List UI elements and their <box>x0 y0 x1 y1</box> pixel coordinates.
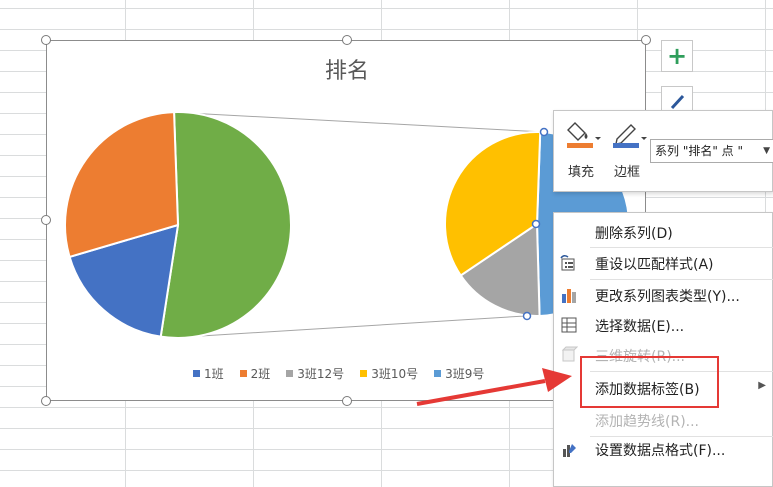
chart-type-icon <box>562 289 576 303</box>
format-icon <box>563 444 576 457</box>
main-pie-slice-1[interactable] <box>159 111 292 339</box>
selection-point-handle[interactable] <box>522 311 532 321</box>
chart-legend[interactable]: 1班 2班 3班12号 3班10号 3班9号 <box>193 365 484 382</box>
menu-item-select-data[interactable]: 选择数据(E)... <box>554 311 773 339</box>
legend-label: 2班 <box>250 367 271 381</box>
resize-handle-left[interactable] <box>41 215 51 225</box>
menu-item-label: 更改系列图表类型(Y)... <box>595 289 740 305</box>
resize-handle-bottom-left[interactable] <box>41 396 51 406</box>
resize-handle-top[interactable] <box>342 35 352 45</box>
menu-item-add-trendline: 添加趋势线(R)... <box>554 406 773 434</box>
reset-style-icon <box>560 254 575 271</box>
resize-handle-top-right[interactable] <box>641 35 651 45</box>
main-pie[interactable] <box>64 111 292 339</box>
rotate-3d-icon <box>561 346 578 362</box>
context-menu: 删除系列(D) 重设以匹配样式(A) 更改系列图表类型(Y)... 选择数据(E… <box>553 212 773 487</box>
menu-item-label: 选择数据(E)... <box>595 319 685 335</box>
legend-label: 3班12号 <box>297 367 345 381</box>
format-mini-toolbar: 填充 边框 系列 "排名" 点 " ▼ <box>553 110 773 192</box>
menu-item-label: 设置数据点格式(F)... <box>595 443 726 459</box>
legend-swatch <box>239 370 247 377</box>
menu-item-label: 删除系列(D) <box>595 226 673 242</box>
legend-item: 3班10号 <box>360 365 418 382</box>
resize-handle-bottom[interactable] <box>342 396 352 406</box>
legend-label: 1班 <box>204 367 224 381</box>
selection-point-handle[interactable] <box>531 219 541 229</box>
submenu-arrow-icon: ▶ <box>758 380 766 391</box>
plus-icon: + <box>666 42 688 70</box>
legend-item: 2班 <box>239 365 271 382</box>
legend-swatch <box>286 370 294 377</box>
border-label: 边框 <box>613 165 640 180</box>
select-data-icon <box>561 317 577 333</box>
legend-item: 3班12号 <box>286 365 344 382</box>
resize-handle-top-left[interactable] <box>41 35 51 45</box>
annotation-highlight-box <box>580 356 719 408</box>
brush-icon <box>670 94 685 110</box>
legend-swatch <box>193 370 200 377</box>
menu-item-label: 重设以匹配样式(A) <box>595 257 714 273</box>
pen-icon <box>613 124 647 148</box>
legend-item: 1班 <box>193 365 224 382</box>
legend-swatch <box>360 370 368 377</box>
fill-label: 填充 <box>567 165 594 180</box>
legend-label: 3班10号 <box>371 367 419 381</box>
menu-item-format-data-point[interactable]: 设置数据点格式(F)... <box>554 435 773 463</box>
menu-item-label: 添加趋势线(R)... <box>595 414 700 430</box>
legend-swatch <box>434 370 442 377</box>
selection-point-handle[interactable] <box>539 127 549 137</box>
chevron-down-icon: ▼ <box>763 146 770 156</box>
menu-item-reset-style[interactable]: 重设以匹配样式(A) <box>554 249 773 277</box>
legend-label: 3班9号 <box>445 367 485 381</box>
chart-elements-button[interactable]: + <box>661 40 693 72</box>
fill-button[interactable]: 填充 <box>560 119 602 180</box>
menu-item-delete-series[interactable]: 删除系列(D) <box>554 218 773 246</box>
legend-item: 3班9号 <box>434 365 484 382</box>
menu-separator <box>590 247 773 248</box>
series-dropdown-value: 系列 "排名" 点 " <box>655 144 744 158</box>
border-button[interactable]: 边框 <box>606 119 648 180</box>
menu-item-change-chart-type[interactable]: 更改系列图表类型(Y)... <box>554 281 773 309</box>
menu-separator <box>590 279 773 280</box>
series-dropdown[interactable]: 系列 "排名" 点 " ▼ <box>650 139 773 163</box>
paint-bucket-icon <box>567 122 601 148</box>
